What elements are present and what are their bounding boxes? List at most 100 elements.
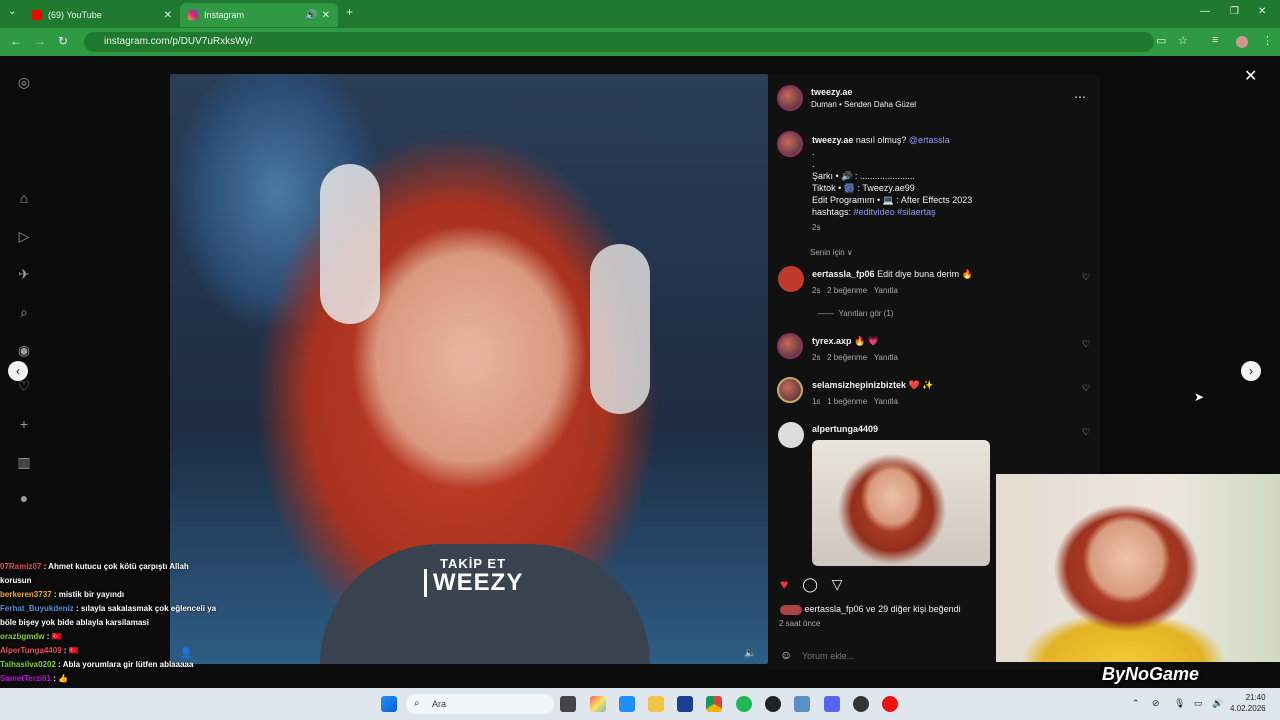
avatar[interactable] [778,266,804,292]
file-explorer-icon[interactable] [648,696,664,712]
chat-text: : sılayla sakalasmak çok eğlenceli ya [76,604,217,613]
start-windows-icon[interactable] [381,696,397,712]
avatar[interactable] [777,85,803,111]
cast-icon[interactable]: ▭ [1156,34,1166,47]
spotify-icon[interactable] [736,696,752,712]
avatar[interactable] [777,131,803,157]
post-username[interactable]: tweezy.ae [811,87,852,97]
instagram-icon [188,10,198,20]
dashboard-icon[interactable]: ▥ [12,450,36,474]
tray-chevron-icon[interactable]: ⌃ [1132,698,1140,709]
comment-user[interactable]: eertassla_fp06 [812,269,875,279]
copilot-icon[interactable] [590,696,606,712]
hashtag-links[interactable]: #editvideo #silaertaş [854,207,936,217]
reply-link[interactable]: Yanıtla [874,286,898,295]
github-icon[interactable] [765,696,781,712]
comment-like-heart-icon[interactable]: ♡ [1082,272,1090,283]
close-window-button[interactable]: ✕ [1258,6,1266,17]
post-time: 2 saat önce [779,619,821,628]
tab-youtube[interactable]: (69) YouTube ✕ [24,3,180,27]
caption-line: Tiktok • 🎆 : Tweezy.ae99 [812,183,915,193]
settings-gear-icon[interactable] [794,696,810,712]
share-icon[interactable]: ▽ [832,576,843,592]
post-audio[interactable]: Duman • Senden Daha Güzel [811,100,916,109]
comment-user[interactable]: selamsizhepinizbiztek [812,380,906,390]
speaker-icon[interactable]: 🔊 [305,10,317,21]
chat-text: : 👍 [53,674,69,683]
maximize-button[interactable]: ❐ [1230,6,1239,17]
tray-volume-icon[interactable]: 🔊 [1212,698,1223,709]
profile-avatar[interactable] [1236,36,1248,48]
back-icon[interactable]: ← [10,34,22,48]
volume-icon[interactable]: 🔈 [744,648,756,659]
reply-link[interactable]: Yanıtla [874,353,898,362]
reels-icon[interactable]: ▷ [12,224,36,248]
create-plus-icon[interactable]: + [12,412,36,436]
menu-icon[interactable]: ⋮ [1262,34,1273,47]
opera-icon[interactable] [882,696,898,712]
comment-input[interactable] [802,648,992,664]
view-replies-button[interactable]: —— Yanıtları gör (1) [818,309,893,318]
tray-mic-icon[interactable]: 🎙 [1174,698,1185,709]
obs-icon[interactable] [853,696,869,712]
comment-user[interactable]: alpertunga4409 [812,424,878,434]
comment-like-heart-icon[interactable]: ♡ [1082,339,1090,350]
emoji-icon[interactable]: ☺ [780,648,792,662]
avatar[interactable] [777,333,803,359]
comment-likes[interactable]: 1 beğenme [827,397,867,406]
comment-like-heart-icon[interactable]: ♡ [1082,383,1090,394]
send-icon[interactable]: ✈ [12,262,36,286]
minimize-button[interactable]: — [1200,6,1210,17]
taskbar-clock[interactable]: 21:40 4.02.2026 [1230,692,1266,714]
forward-icon[interactable]: → [34,34,46,48]
reload-icon[interactable]: ↻ [58,34,68,48]
task-view-icon[interactable] [560,696,576,712]
tab-search-icon[interactable]: ⌄ [8,6,16,17]
video-overlay-text: TAKİP ET WEEZY [424,556,523,597]
liked-by-text[interactable]: eertassla_fp06 ve 29 diğer kişi beğendi [805,604,961,614]
clock-date: 4.02.2026 [1230,704,1266,713]
avatar[interactable] [777,377,803,403]
new-tab-button[interactable]: + [346,5,353,19]
comment-like-heart-icon[interactable]: ♡ [1082,427,1090,438]
tray-network-icon[interactable]: ⊘ [1152,698,1160,709]
chat-text: : 🇹🇷 [63,646,79,655]
avatar[interactable] [778,422,804,448]
close-tab-icon[interactable]: ✕ [322,10,330,21]
comment-likes[interactable]: 2 beğenme [827,286,867,295]
reply-link[interactable]: Yanıtla [874,397,898,406]
explore-icon[interactable]: ◉ [12,338,36,362]
previous-post-button[interactable]: ‹ [8,361,28,381]
discord-icon[interactable] [824,696,840,712]
search-icon[interactable]: ⌕ [12,300,36,324]
instagram-logo-icon[interactable]: ◎ [12,70,36,94]
caption-text: nasıl olmuş? [855,135,907,145]
media-control-icon[interactable]: ≡ [1212,34,1218,46]
comment-line: tyrex.axp 🔥 💗 [812,336,879,347]
comment-likes[interactable]: 2 beğenme [827,353,867,362]
store-icon[interactable] [677,696,693,712]
bookmark-star-icon[interactable]: ☆ [1178,34,1188,47]
caption-user[interactable]: tweezy.ae [812,135,853,145]
home-icon[interactable]: ⌂ [12,186,36,210]
comment-user[interactable]: tyrex.axp [812,336,852,346]
like-heart-icon[interactable]: ♥ [780,576,788,592]
chat-user: AlperTunga4409 [0,646,62,655]
tray-wifi-icon[interactable]: ▭ [1194,698,1203,709]
comment-sort-filter[interactable]: Senin için ∨ [810,248,853,257]
caption-mention[interactable]: @ertassla [909,135,950,145]
profile-icon[interactable]: ● [12,486,36,510]
comment-icon[interactable]: ◯ [802,576,818,592]
chat-text: korusun [0,576,32,585]
url-field[interactable]: instagram.com/p/DUV7uRxksWy/ [84,32,1154,52]
comment-meta: 1s 1 beğenme Yanıtla [812,397,898,406]
next-post-button[interactable]: › [1241,361,1261,381]
taskbar-search[interactable]: Ara [406,694,554,714]
comment-image[interactable] [812,440,990,566]
close-tab-icon[interactable]: ✕ [164,10,172,21]
edge-icon[interactable] [619,696,635,712]
chrome-icon[interactable] [706,696,722,712]
tab-instagram[interactable]: Instagram 🔊 ✕ [180,3,338,27]
close-post-icon[interactable]: ✕ [1244,66,1257,86]
more-options-icon[interactable]: ⋯ [1074,90,1086,104]
